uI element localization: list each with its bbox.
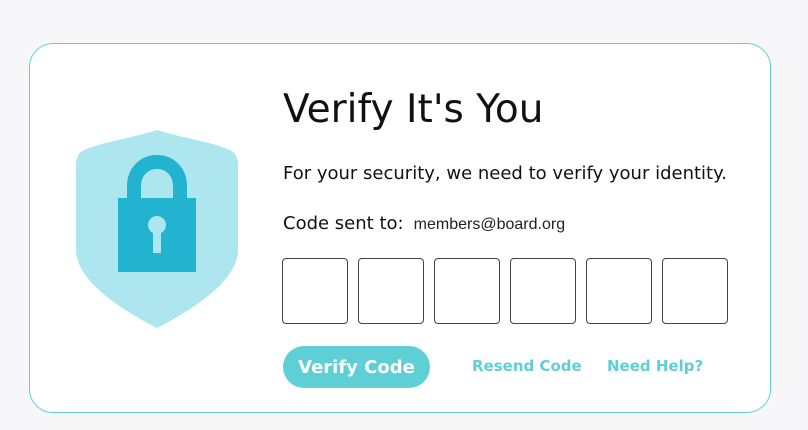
page-title: Verify It's You — [283, 87, 544, 132]
need-help-link[interactable]: Need Help? — [607, 356, 703, 376]
verification-card: Verify It's You For your security, we ne… — [29, 43, 771, 413]
code-digit-5[interactable] — [586, 258, 652, 324]
page-subtitle: For your security, we need to verify you… — [283, 163, 727, 184]
verification-page: Verify It's You For your security, we ne… — [0, 0, 808, 430]
code-digit-3[interactable] — [434, 258, 500, 324]
shield-icon — [74, 128, 240, 330]
code-digit-2[interactable] — [358, 258, 424, 324]
code-digit-6[interactable] — [662, 258, 728, 324]
code-digit-1[interactable] — [282, 258, 348, 324]
code-sent-email: members@board.org — [413, 216, 566, 233]
code-sent-label: Code sent to: — [283, 213, 404, 234]
code-input-row — [282, 258, 728, 324]
code-digit-4[interactable] — [510, 258, 576, 324]
code-sent-row: Code sent to: members@board.org — [283, 212, 565, 237]
verify-code-button[interactable]: Verify Code — [283, 346, 430, 388]
resend-code-link[interactable]: Resend Code — [472, 356, 582, 376]
